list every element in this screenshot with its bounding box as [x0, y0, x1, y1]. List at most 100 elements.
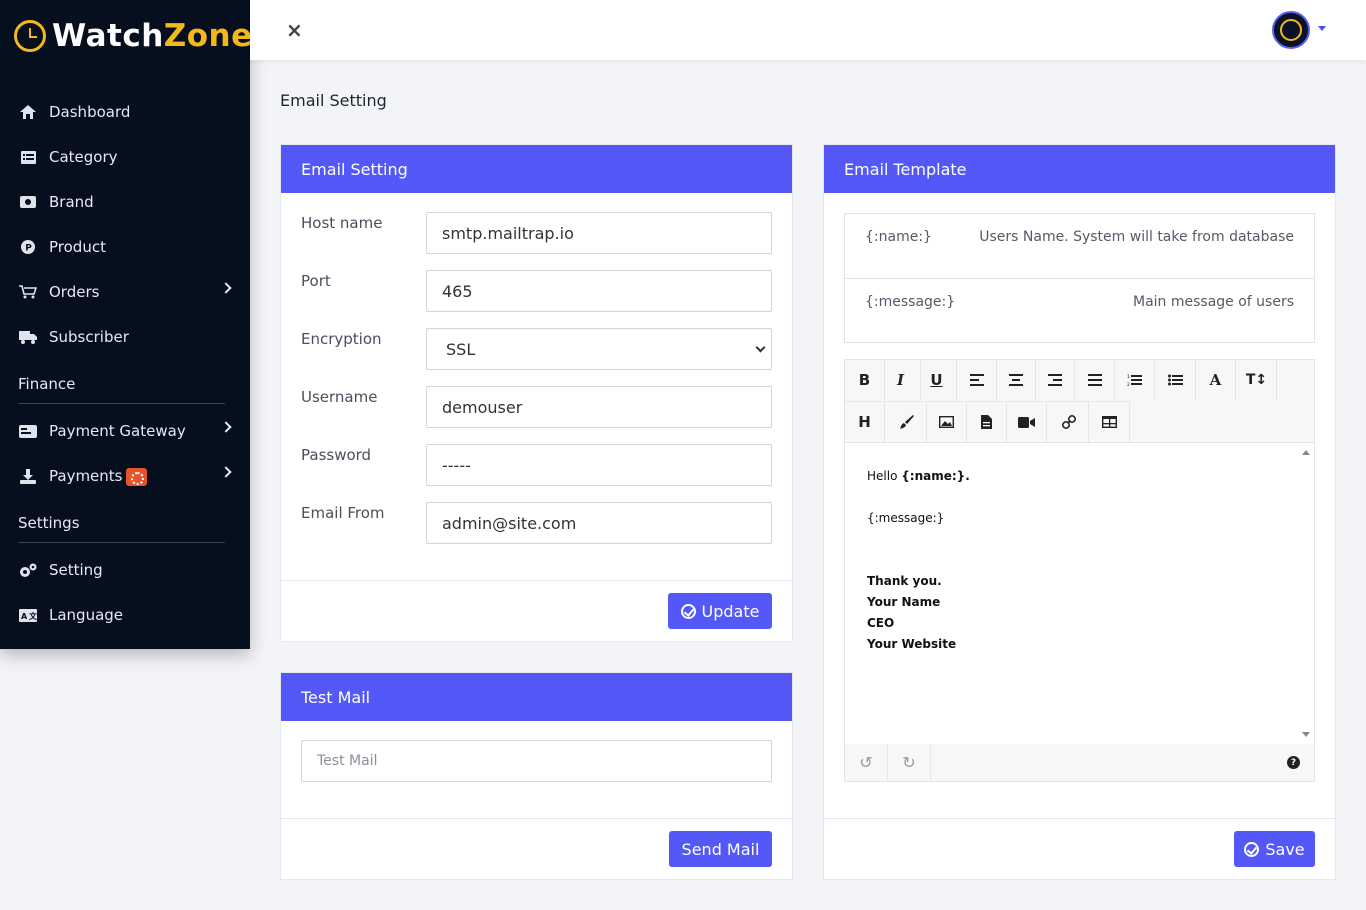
send-mail-button[interactable]: Send Mail: [669, 831, 772, 867]
divider: [281, 580, 792, 581]
save-button[interactable]: Save: [1234, 831, 1315, 867]
editor-content[interactable]: Hello {:name:}. {:message:} Thank you. Y…: [845, 444, 1300, 744]
variable-desc: Users Name. System will take from databa…: [979, 229, 1294, 245]
encryption-select[interactable]: SSL: [426, 328, 772, 370]
host-input[interactable]: smtp.mailtrap.io: [426, 212, 772, 254]
username-input[interactable]: demouser: [426, 386, 772, 428]
svg-text:A: A: [21, 612, 28, 621]
editor-toolbar: B I U 12 A T↕ H: [845, 360, 1314, 443]
align-center-icon[interactable]: [996, 360, 1036, 400]
variables-table: {:name:} Users Name. System will take fr…: [844, 213, 1315, 343]
save-button-label: Save: [1265, 839, 1305, 859]
ordered-list-icon[interactable]: 12: [1115, 360, 1155, 400]
topbar: ×: [250, 0, 1366, 60]
port-input[interactable]: 465: [426, 270, 772, 312]
variable-key: {:message:}: [865, 294, 956, 310]
product-icon: P: [19, 239, 37, 255]
encryption-value: SSL: [446, 339, 476, 359]
sidebar-item-product[interactable]: P Product: [0, 227, 250, 267]
home-icon: [19, 104, 37, 120]
image-icon[interactable]: [927, 402, 967, 442]
host-label: Host name: [301, 214, 383, 232]
text-height-icon[interactable]: T↕: [1237, 360, 1277, 400]
sidebar-item-label: Payment Gateway: [49, 422, 186, 440]
variable-desc: Main message of users: [1132, 294, 1294, 310]
encryption-label: Encryption: [301, 330, 382, 348]
underline-icon[interactable]: U: [917, 360, 957, 400]
svg-text:文: 文: [29, 611, 37, 621]
align-right-icon[interactable]: [1035, 360, 1075, 400]
username-label: Username: [301, 388, 378, 406]
italic-icon[interactable]: I: [881, 360, 921, 400]
link-icon[interactable]: [1049, 402, 1089, 442]
your-name-line: Your Name: [867, 595, 941, 609]
brand-logo[interactable]: WatchZone: [14, 16, 253, 56]
card-title: Test Mail: [281, 673, 792, 721]
sidebar-item-label: Dashboard: [49, 103, 131, 121]
sidebar-item-label: Payments: [49, 467, 123, 485]
svg-text:1: 1: [1127, 374, 1130, 380]
table-row: {:name:} Users Name. System will take fr…: [845, 214, 1314, 278]
sidebar-item-label: Category: [49, 148, 118, 166]
undo-icon[interactable]: ↺: [845, 744, 888, 781]
redo-icon[interactable]: ↻: [888, 744, 931, 781]
page-title: Email Setting: [280, 91, 387, 110]
section-settings: Settings: [18, 514, 80, 532]
card-title: Email Setting: [281, 145, 792, 193]
header-icon[interactable]: H: [845, 402, 885, 442]
sidebar-item-brand[interactable]: Brand: [0, 182, 250, 222]
password-input[interactable]: -----: [426, 444, 772, 486]
video-icon[interactable]: [1007, 402, 1047, 442]
variable-key: {:name:}: [865, 229, 932, 245]
chevron-right-icon: [220, 282, 232, 294]
brand-name: WatchZone: [52, 18, 253, 54]
check-circle-icon: [680, 603, 696, 619]
sidebar-item-dashboard[interactable]: Dashboard: [0, 92, 250, 132]
card-title: Email Template: [824, 145, 1335, 193]
sidebar-item-label: Product: [49, 238, 106, 256]
thanks-line: Thank you.: [867, 574, 942, 588]
email-template-card: Email Template {:name:} Users Name. Syst…: [823, 144, 1336, 880]
paint-brush-icon[interactable]: [887, 402, 927, 442]
email-setting-card: Email Setting Host name smtp.mailtrap.io…: [280, 144, 793, 642]
align-left-icon[interactable]: [957, 360, 997, 400]
table-icon[interactable]: [1090, 402, 1130, 442]
divider: [281, 818, 792, 819]
email-from-input[interactable]: admin@site.com: [426, 502, 772, 544]
clock-icon: [14, 20, 46, 52]
chevron-right-icon: [220, 421, 232, 433]
test-mail-input[interactable]: Test Mail: [301, 740, 772, 782]
file-icon[interactable]: [967, 402, 1007, 442]
language-icon: A文: [19, 607, 37, 623]
scroll-down-icon[interactable]: [1302, 732, 1310, 737]
update-button[interactable]: Update: [668, 593, 772, 629]
font-icon[interactable]: A: [1196, 360, 1236, 400]
avatar[interactable]: [1272, 11, 1310, 49]
sidebar-item-category[interactable]: Category: [0, 137, 250, 177]
bold-icon[interactable]: B: [845, 360, 885, 400]
sidebar-item-language[interactable]: A文 Language: [0, 595, 250, 635]
close-icon[interactable]: ×: [286, 18, 303, 42]
rich-text-editor: B I U 12 A T↕ H Hello {:name:}. {:messag…: [844, 359, 1315, 782]
update-button-label: Update: [701, 601, 760, 621]
truck-icon: [19, 329, 37, 345]
gears-icon: [19, 562, 37, 578]
sidebar-item-payments[interactable]: Payments: [0, 456, 250, 496]
message-line: {:message:}: [867, 511, 945, 525]
justify-icon[interactable]: [1075, 360, 1115, 400]
sidebar-item-payment-gateway[interactable]: Payment Gateway: [0, 411, 250, 451]
scroll-up-icon[interactable]: [1302, 450, 1310, 455]
caret-down-icon[interactable]: [1318, 26, 1326, 31]
download-icon: [19, 468, 37, 484]
divider: [824, 818, 1335, 819]
divider: [18, 403, 225, 404]
ceo-line: CEO: [867, 616, 895, 630]
sidebar-item-subscriber[interactable]: Subscriber: [0, 317, 250, 357]
help-icon[interactable]: ?: [1287, 756, 1300, 769]
sidebar-item-label: Brand: [49, 193, 94, 211]
cart-icon: [19, 284, 37, 300]
unordered-list-icon[interactable]: [1156, 360, 1196, 400]
password-label: Password: [301, 446, 372, 464]
sidebar-item-orders[interactable]: Orders: [0, 272, 250, 312]
sidebar-item-setting[interactable]: Setting: [0, 550, 250, 590]
